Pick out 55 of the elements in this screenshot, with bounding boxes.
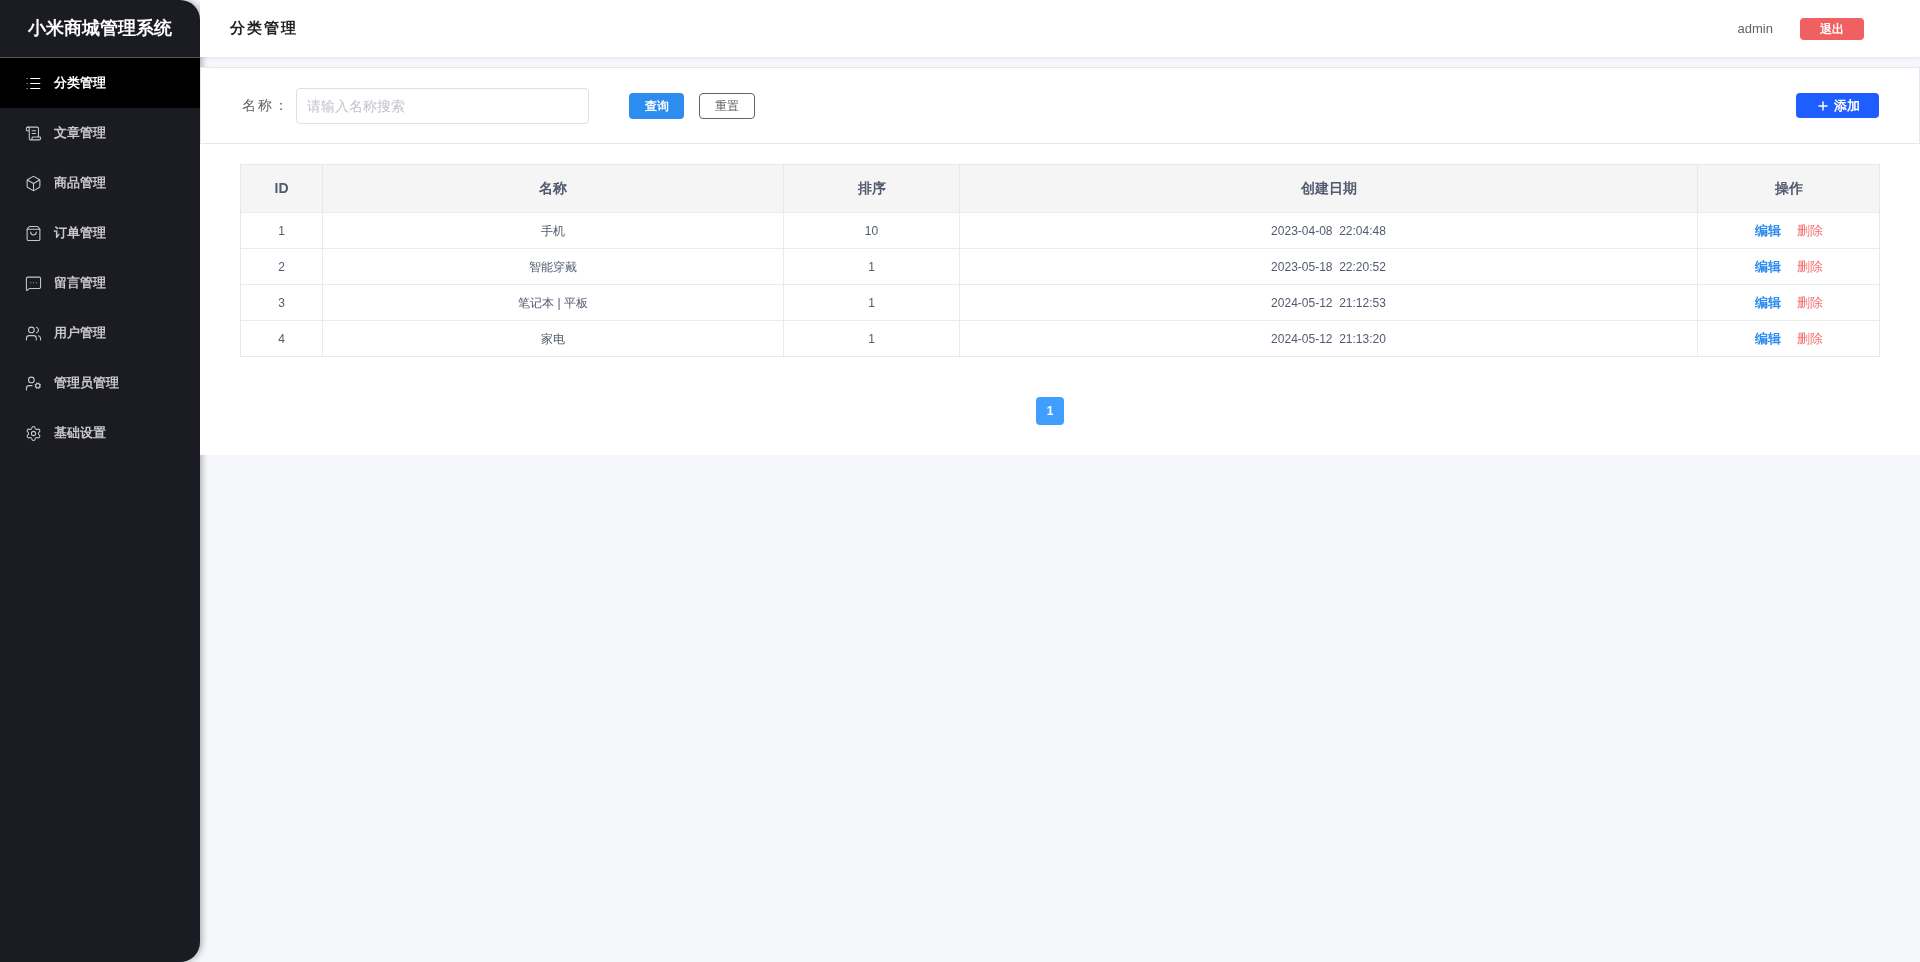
query-button[interactable]: 查询 (629, 92, 684, 119)
sidebar-item[interactable]: 文章管理 (0, 108, 200, 158)
table-cell: 2023-04-08 22:04:48 (959, 213, 1697, 248)
users-icon (25, 324, 42, 342)
username: admin (1737, 19, 1773, 38)
add-button[interactable]: 添加 (1796, 93, 1879, 118)
sidebar-item[interactable]: 商品管理 (0, 158, 200, 208)
edit-link[interactable]: 编辑 (1754, 220, 1781, 241)
column-header: 创建日期 (959, 165, 1697, 212)
logout-button[interactable]: 退出 (1800, 17, 1864, 40)
table-cell: 家电 (322, 321, 783, 356)
table-cell: 2024-05-12 21:12:53 (959, 285, 1697, 320)
edit-link[interactable]: 编辑 (1754, 256, 1781, 277)
delete-link[interactable]: 删除 (1796, 220, 1823, 241)
message-icon (25, 274, 42, 292)
column-header: 排序 (783, 165, 959, 212)
plus-icon (1815, 98, 1830, 113)
table-cell: 10 (783, 213, 959, 248)
sidebar-item[interactable]: 订单管理 (0, 208, 200, 258)
column-header: 名称 (322, 165, 783, 212)
box-icon (25, 174, 42, 192)
search-field[interactable]: 请输入名称搜索 (296, 87, 589, 124)
document-icon (25, 124, 42, 142)
app-title: 小米商城管理系统 (28, 17, 172, 40)
reset-button[interactable]: 重置 (699, 92, 755, 119)
sidebar-item[interactable]: 分类管理 (0, 58, 200, 108)
table-cell: 1 (783, 285, 959, 320)
shopping-bag-icon (25, 224, 42, 242)
table-cell-text: 1 (277, 222, 286, 240)
page-button[interactable]: 1 (1036, 397, 1064, 425)
sidebar-item[interactable]: 管理员管理 (0, 358, 200, 408)
table-cell: 1 (783, 321, 959, 356)
table-cell-text: 3 (277, 294, 286, 312)
column-header: 操作 (1697, 165, 1879, 212)
edit-link[interactable]: 编辑 (1754, 328, 1781, 349)
user-gear-icon (25, 374, 42, 392)
page-title: 分类管理 (230, 18, 298, 39)
column-header: ID (273, 179, 290, 198)
table-cell: 1 (783, 249, 959, 284)
table-cell-text: 2 (277, 258, 286, 276)
sidebar-item[interactable]: 用户管理 (0, 308, 200, 358)
table-cell-text: 4 (277, 330, 286, 348)
table-cell: 2024-05-12 21:13:20 (959, 321, 1697, 356)
table-cell: 手机 (322, 213, 783, 248)
edit-link[interactable]: 编辑 (1754, 292, 1781, 313)
sidebar-item[interactable]: 基础设置 (0, 408, 200, 458)
sidebar-item[interactable]: 留言管理 (0, 258, 200, 308)
table-cell: 智能穿戴 (322, 249, 783, 284)
delete-link[interactable]: 删除 (1796, 292, 1823, 313)
name-label: 名称： (242, 96, 290, 115)
table-cell: 2023-05-18 22:20:52 (959, 249, 1697, 284)
settings-icon (25, 424, 42, 442)
delete-link[interactable]: 删除 (1796, 328, 1823, 349)
delete-link[interactable]: 删除 (1796, 256, 1823, 277)
table-cell: 笔记本 | 平板 (322, 285, 783, 320)
